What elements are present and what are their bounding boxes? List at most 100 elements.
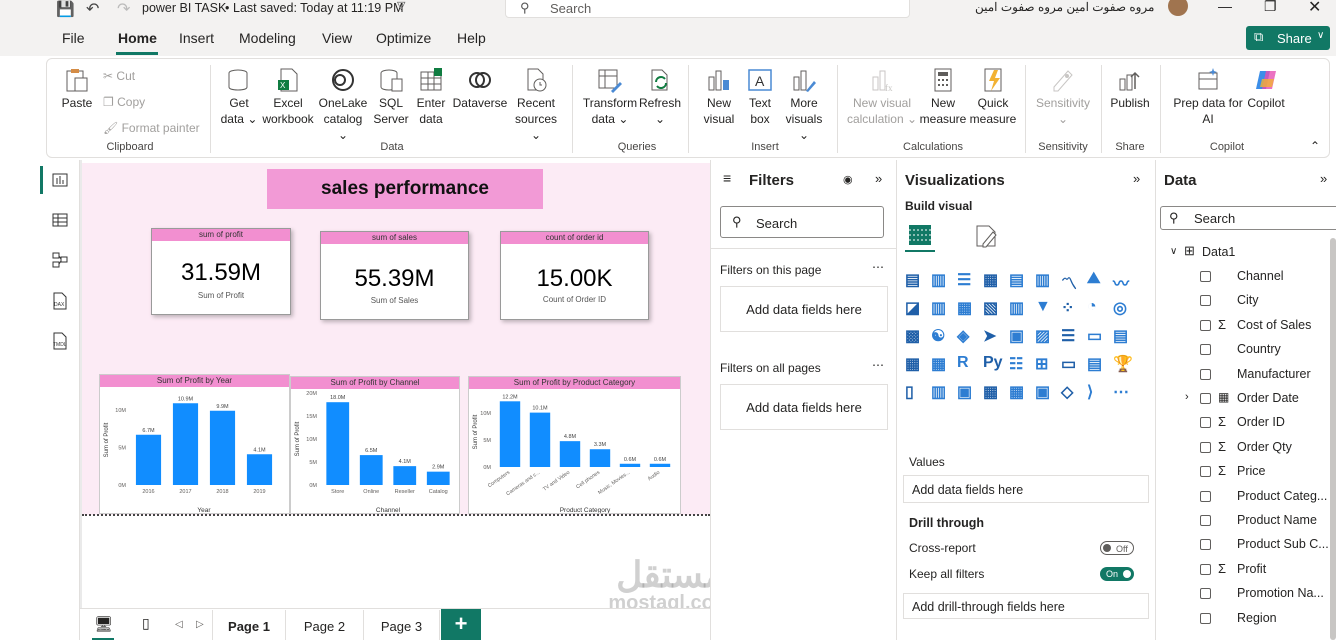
quick-measure-button[interactable]: Quick measure <box>967 67 1019 127</box>
field-checkbox[interactable] <box>1200 490 1211 502</box>
map-visual-icon[interactable]: ☯ <box>931 326 951 346</box>
field-checkbox[interactable] <box>1200 563 1211 575</box>
collapse-ribbon-icon[interactable]: ⌃ <box>1310 139 1320 153</box>
field-checkbox[interactable] <box>1200 588 1211 600</box>
key-influencers-visual-icon[interactable]: ☷ <box>1009 354 1029 374</box>
chevron-down-icon[interactable]: ∨ <box>1170 246 1177 257</box>
funnel-visual-icon[interactable]: ▧ <box>983 298 1003 318</box>
dax-query-view-icon[interactable]: DAX <box>51 292 69 310</box>
field-checkbox[interactable] <box>1200 393 1211 404</box>
tmdl-view-icon[interactable]: TMDL <box>51 332 69 350</box>
field-checkbox[interactable] <box>1200 295 1211 307</box>
field-name[interactable]: Country <box>1237 342 1281 356</box>
tab-optimize[interactable]: Optimize <box>376 30 431 46</box>
new-visual-button[interactable]: New visual <box>699 67 739 127</box>
page-tab-1[interactable]: Page 1 <box>212 610 286 640</box>
tab-help[interactable]: Help <box>457 30 486 46</box>
r-script-visual-icon[interactable]: R <box>957 354 977 374</box>
field-name[interactable]: Promotion Na... <box>1237 586 1324 600</box>
more-options-icon[interactable]: ⋯ <box>872 358 884 372</box>
onelake-catalog-button[interactable]: OneLake catalog ⌄ <box>317 67 369 143</box>
table-view-icon[interactable] <box>52 212 68 228</box>
field-name[interactable]: Order ID <box>1237 415 1285 429</box>
kpi-visual-icon[interactable]: ▭ <box>1087 326 1107 346</box>
decomposition-tree-visual-icon[interactable]: ⊞ <box>1035 354 1055 374</box>
drill-through-dropzone[interactable]: Add drill-through fields here <box>903 593 1149 619</box>
field-checkbox[interactable] <box>1200 271 1211 282</box>
chevron-visual-icon[interactable]: ⟩ <box>1087 382 1107 402</box>
pie-visual-icon[interactable]: ◔ <box>1087 298 1107 318</box>
field-checkbox[interactable] <box>1200 344 1211 356</box>
field-checkbox[interactable] <box>1200 319 1211 331</box>
refresh-button[interactable]: Refresh ⌄ <box>639 67 681 127</box>
undo-icon[interactable]: ↶ <box>86 0 99 19</box>
waterfall-visual-icon[interactable]: ▦ <box>957 298 977 318</box>
table-visual-icon[interactable]: ▦ <box>905 354 925 374</box>
table-name[interactable]: Data1 <box>1202 245 1235 259</box>
avatar[interactable] <box>1168 0 1188 16</box>
more-visuals-visual-icon[interactable]: ⋯ <box>1113 382 1133 402</box>
collapse-visualizations-icon[interactable]: » <box>1133 171 1140 186</box>
field-name[interactable]: Region <box>1237 611 1277 625</box>
area-visual-icon[interactable]: ⛰ <box>1087 270 1107 290</box>
share-button[interactable]: ⧉ Share ∨ <box>1246 26 1330 50</box>
field-name[interactable]: Product Categ... <box>1237 489 1327 503</box>
scatter-visual-icon[interactable]: ⁘ <box>1061 298 1081 318</box>
report-title[interactable]: sales performance <box>267 169 543 209</box>
tab-home[interactable]: Home <box>118 30 157 46</box>
tab-insert[interactable]: Insert <box>179 30 214 46</box>
chart-profit-by-channel[interactable]: Sum of Profit by Channel 0M 5M 10M 15M 20M 18… <box>290 376 460 514</box>
publish-button[interactable]: Publish <box>1107 67 1153 111</box>
power-automate-visual-icon[interactable]: ▣ <box>957 382 977 402</box>
funnel-visual-icon[interactable]: ▼ <box>1035 298 1055 318</box>
custom2-visual-icon[interactable]: ▣ <box>1035 382 1055 402</box>
global-search-box[interactable]: ⚲ Search <box>505 0 910 18</box>
azure-map-visual-icon[interactable]: ➤ <box>983 326 1003 346</box>
chart-profit-by-category[interactable]: Sum of Profit by Product Category 0M 5M 10… <box>468 376 681 514</box>
filters-search-box[interactable]: ⚲ Search <box>720 206 884 238</box>
sql-server-button[interactable]: SQL Server <box>371 67 411 127</box>
page-tab-3[interactable]: Page 3 <box>364 610 440 640</box>
tab-file[interactable]: File <box>62 30 85 46</box>
tab-modeling[interactable]: Modeling <box>239 30 296 46</box>
model-view-icon[interactable] <box>52 252 68 268</box>
slicer-visual-icon[interactable]: ▤ <box>1113 326 1133 346</box>
cross-report-toggle[interactable]: Off <box>1100 541 1134 555</box>
power-apps-visual-icon[interactable]: ▥ <box>931 382 951 402</box>
field-checkbox[interactable] <box>1200 466 1211 478</box>
cut-button[interactable]: ✂ Cut <box>103 68 135 84</box>
kpi-card-orders[interactable]: count of order id 15.00K Count of Order … <box>500 231 649 320</box>
eye-icon[interactable]: ◉ <box>843 173 853 186</box>
data-search-input[interactable]: Search <box>1194 211 1235 226</box>
goals-visual-icon[interactable]: 🏆 <box>1113 354 1133 374</box>
field-name[interactable]: Product Sub C... <box>1237 537 1329 551</box>
field-checkbox[interactable] <box>1200 417 1211 429</box>
collapse-data-icon[interactable]: » <box>1320 171 1327 186</box>
excel-workbook-button[interactable]: X Excel workbook <box>260 67 316 127</box>
python-visual-icon[interactable]: Py <box>983 354 1003 374</box>
multi-row-card-visual-icon[interactable]: ☰ <box>1061 326 1081 346</box>
collapse-filters-icon[interactable]: » <box>875 171 882 186</box>
stacked-bar-visual-icon[interactable]: ▤ <box>905 270 925 290</box>
field-name[interactable]: Manufacturer <box>1237 367 1311 381</box>
100-bar-visual-icon[interactable]: ▤ <box>1009 270 1029 290</box>
line-visual-icon[interactable]: 〽 <box>1061 270 1081 293</box>
transform-data-button[interactable]: Transform data ⌄ <box>581 67 639 127</box>
keep-filters-toggle[interactable]: On <box>1100 567 1134 581</box>
more-visuals-button[interactable]: More visuals ⌄ <box>781 67 827 143</box>
stacked-column-visual-icon[interactable]: ▥ <box>931 270 951 290</box>
add-page-button[interactable]: + <box>441 609 481 640</box>
filled-map-visual-icon[interactable]: ◈ <box>957 326 977 346</box>
field-name[interactable]: Order Qty <box>1237 440 1292 454</box>
mobile-layout-icon[interactable]: ▯ <box>142 615 150 632</box>
dataverse-button[interactable]: Dataverse <box>452 67 508 111</box>
save-icon[interactable]: 💾 <box>56 0 75 18</box>
diamond-visual-icon[interactable]: ◇ <box>1061 382 1081 402</box>
100-column-visual-icon[interactable]: ▥ <box>1035 270 1055 290</box>
matrix-visual-icon[interactable]: ▦ <box>931 354 951 374</box>
scatter-visual-icon[interactable]: ▥ <box>1009 298 1029 318</box>
metrics-visual-icon[interactable]: ▦ <box>983 382 1003 402</box>
minimize-icon[interactable]: — <box>1218 0 1232 14</box>
format-painter-button[interactable]: 🖌 Format painter <box>103 120 200 136</box>
clustered-bar-visual-icon[interactable]: ☰ <box>957 270 977 290</box>
